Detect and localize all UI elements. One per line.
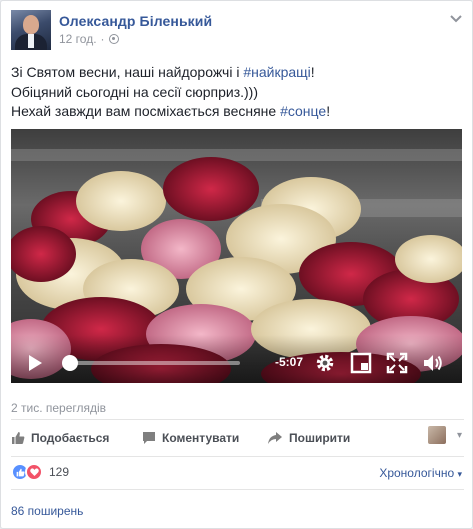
comment-label: Коментувати <box>162 431 240 445</box>
view-count: 2 тис. переглядів <box>11 401 107 415</box>
post-text-line: Нехай завжди вам посміхається весняне #с… <box>11 103 331 119</box>
share-count[interactable]: 86 поширень <box>11 504 83 518</box>
post-time[interactable]: 12 год. <box>59 32 97 46</box>
love-icon <box>25 463 43 481</box>
chevron-down-icon: ▾ <box>457 469 462 479</box>
video-controls: -5:07 <box>11 335 462 383</box>
share-icon <box>268 432 282 444</box>
author-avatar[interactable] <box>11 10 51 50</box>
post-card: Олександр Біленький 12 год. · Зі Святом … <box>0 0 473 529</box>
popout-icon[interactable] <box>350 352 372 374</box>
chevron-down-icon[interactable] <box>448 12 464 24</box>
action-bar: Подобається Коментувати Поширити ▾ <box>11 426 464 450</box>
comment-button[interactable]: Коментувати <box>142 426 239 450</box>
post-text-line: Зі Святом весни, наші найдорожчі і #найк… <box>11 64 315 80</box>
thumbs-up-icon <box>12 432 25 444</box>
post-meta: 12 год. · <box>59 32 119 46</box>
like-button[interactable]: Подобається <box>11 426 109 450</box>
hashtag-link[interactable]: #найкращі <box>243 64 310 80</box>
play-icon[interactable] <box>29 355 42 371</box>
settings-icon[interactable] <box>314 352 336 374</box>
divider <box>11 456 464 457</box>
sort-label: Хронологічно <box>379 466 455 480</box>
post-text-line: Обіцяний сьогодні на сесії сюрприз.))) <box>11 83 258 100</box>
fullscreen-icon[interactable] <box>386 352 408 374</box>
author-name[interactable]: Олександр Біленький <box>59 13 212 29</box>
share-label: Поширити <box>289 431 351 445</box>
post-text: Зі Святом весни, наші найдорожчі і #найк… <box>11 63 464 122</box>
divider <box>11 419 464 420</box>
reactions-summary[interactable]: 129 <box>11 463 69 481</box>
progress-bar[interactable] <box>69 361 240 365</box>
sort-dropdown[interactable]: Хронологічно ▾ <box>379 466 462 480</box>
comment-icon <box>143 432 155 444</box>
reaction-count: 129 <box>49 465 70 479</box>
volume-icon[interactable] <box>422 352 444 374</box>
video-player[interactable]: -5:07 <box>11 129 462 383</box>
post-header: Олександр Біленький 12 год. · <box>11 10 464 50</box>
progress-handle[interactable] <box>62 355 78 371</box>
reactor-avatar[interactable] <box>428 426 446 444</box>
like-label: Подобається <box>31 431 110 445</box>
share-button[interactable]: Поширити <box>267 426 350 450</box>
remaining-time: -5:07 <box>275 355 304 369</box>
chevron-down-icon[interactable]: ▾ <box>457 430 462 441</box>
globe-icon <box>108 34 119 44</box>
divider <box>11 489 464 490</box>
hashtag-link[interactable]: #сонце <box>280 103 326 119</box>
